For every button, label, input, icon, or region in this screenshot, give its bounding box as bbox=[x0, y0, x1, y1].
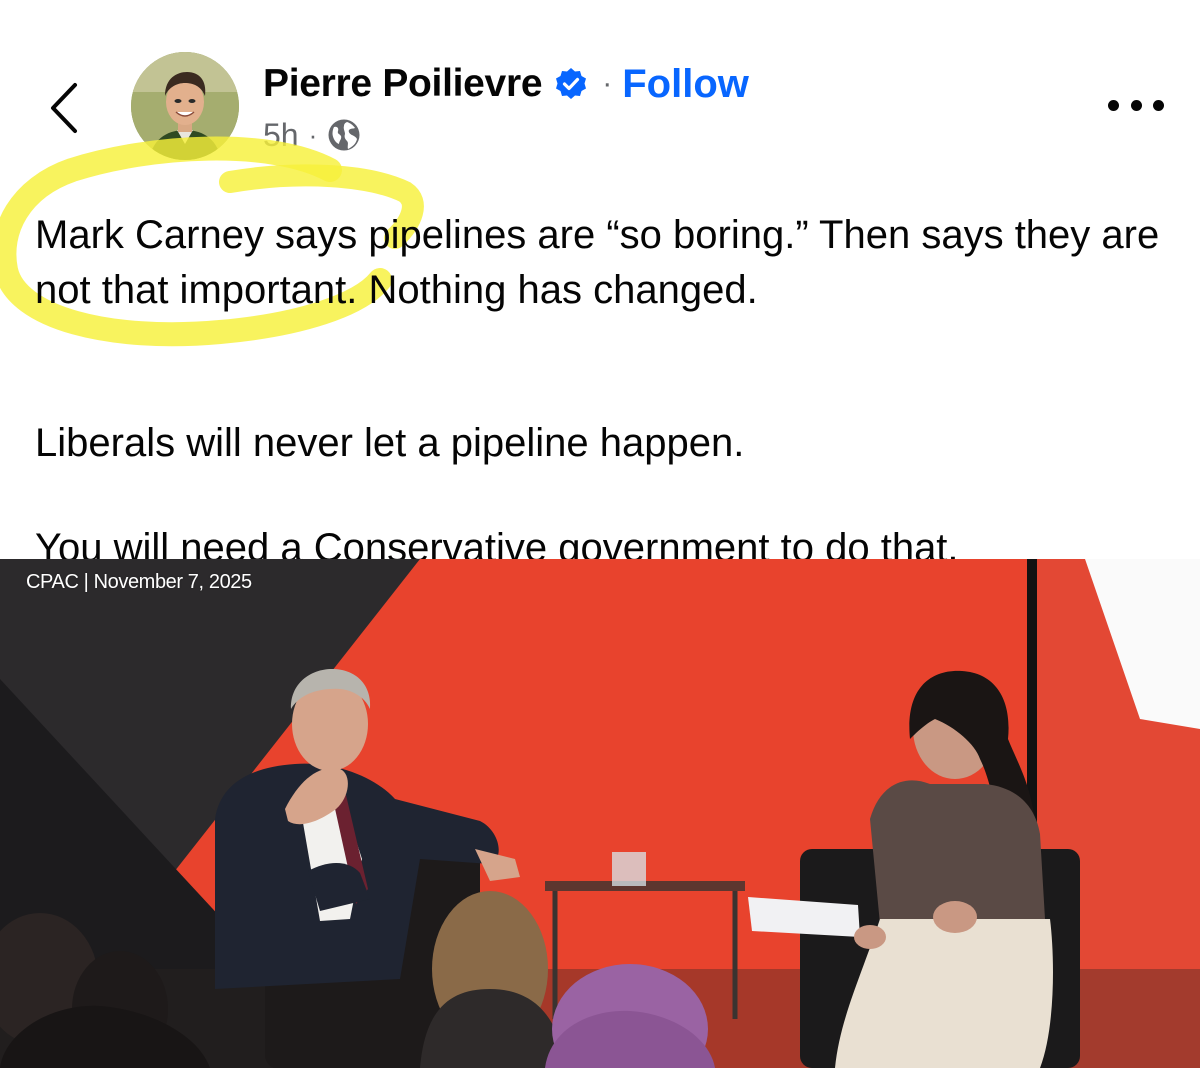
globe-icon[interactable] bbox=[327, 118, 361, 152]
caption-source: CPAC bbox=[26, 571, 79, 593]
caption-divider: | bbox=[78, 571, 94, 593]
more-dot-icon bbox=[1130, 99, 1142, 111]
more-dot-icon bbox=[1108, 99, 1119, 111]
post-paragraph: Liberals will never let a pipeline happe… bbox=[35, 421, 745, 465]
author-name[interactable]: Pierre Poilievre bbox=[263, 62, 543, 106]
caption-date: November 7, 2025 bbox=[93, 571, 253, 593]
more-options-button[interactable] bbox=[1108, 90, 1164, 120]
author-avatar[interactable] bbox=[131, 52, 239, 160]
avatar-photo bbox=[131, 52, 239, 160]
back-button[interactable] bbox=[38, 72, 90, 144]
verified-badge-icon bbox=[556, 68, 587, 99]
post-video[interactable]: CPAC | November 7, 2025 bbox=[0, 559, 1200, 1068]
post-paragraph: Mark Carney says pipelines are “so borin… bbox=[35, 213, 1160, 312]
video-caption: CPAC | November 7, 2025 bbox=[26, 571, 252, 594]
video-frame bbox=[0, 559, 1200, 1068]
post-body: Mark Carney says pipelines are “so borin… bbox=[35, 208, 1175, 318]
post-timestamp[interactable]: 5h bbox=[263, 117, 299, 154]
post-meta: 5h · bbox=[263, 114, 361, 156]
follow-button[interactable]: Follow bbox=[622, 62, 749, 107]
meta-separator: · bbox=[308, 119, 318, 150]
more-dot-icon bbox=[1153, 99, 1164, 111]
chevron-left-icon bbox=[51, 83, 77, 133]
separator-dot: · bbox=[602, 67, 613, 100]
post-header: Pierre Poilievre · Follow 5h · bbox=[0, 0, 1200, 180]
author-row: Pierre Poilievre · Follow bbox=[263, 56, 749, 112]
